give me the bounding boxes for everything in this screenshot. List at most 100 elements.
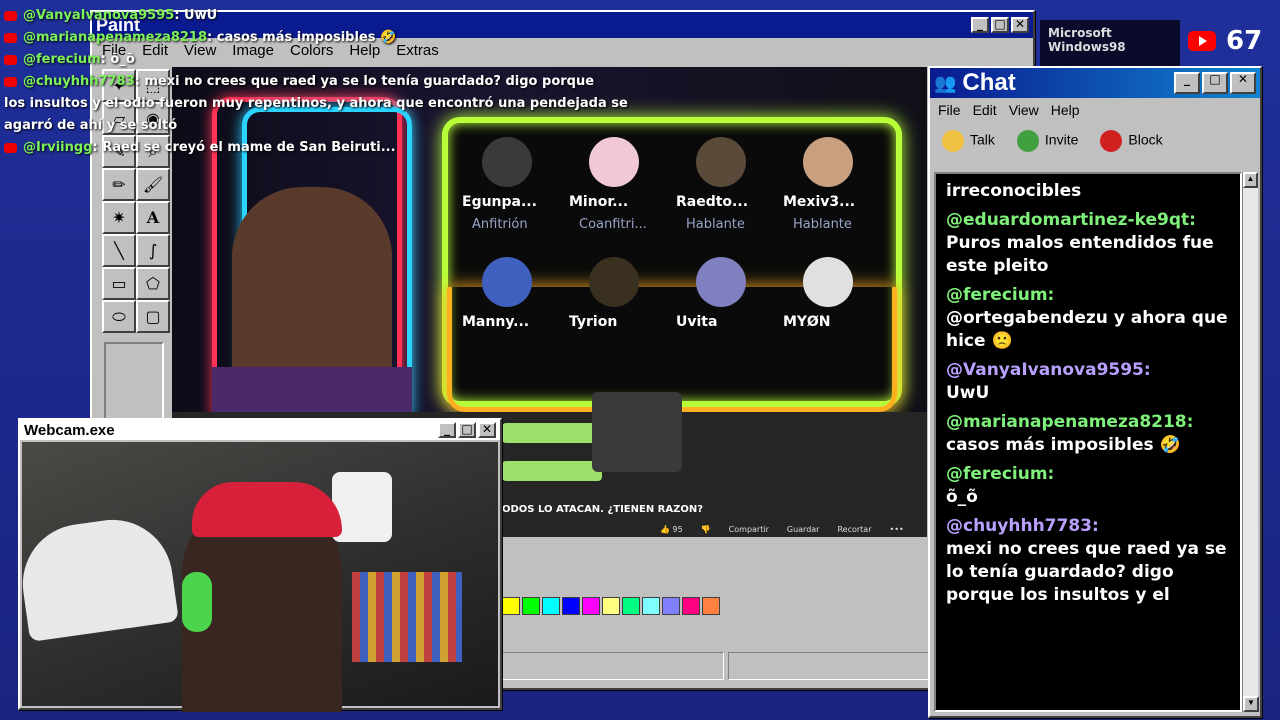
chat-username[interactable]: @VanyaIvanova9595: — [946, 359, 1230, 382]
participant-name: Mexiv3... — [783, 194, 856, 210]
minimize-button[interactable]: _ — [1174, 72, 1200, 94]
webcam-window[interactable]: Webcam.exe _ □ ✕ — [15, 418, 502, 712]
chat-username[interactable]: @ferecium: — [946, 463, 1230, 486]
color-swatch[interactable] — [542, 597, 560, 615]
chat-username[interactable]: @marianapenameza8218: — [946, 411, 1230, 434]
polygon-icon[interactable]: ⬠ — [136, 267, 170, 300]
maximize-button[interactable]: □ — [458, 422, 476, 438]
curve-icon[interactable]: ∫ — [136, 234, 170, 267]
line-icon[interactable]: ╲ — [102, 234, 136, 267]
overlay-chat-line: @Irviingg: Raed se creyó el mame de San … — [4, 140, 396, 155]
youtube-icon — [4, 54, 17, 65]
clip-button[interactable]: Recortar — [837, 525, 871, 534]
close-button[interactable]: ✕ — [1230, 72, 1256, 94]
talk-label: Talk — [970, 131, 995, 148]
chat-text: õ_õ — [946, 487, 978, 507]
menu-file[interactable]: File — [938, 102, 961, 118]
chat-text: mexi no crees que raed ya se lo tenía gu… — [946, 539, 1227, 605]
scroll-up-icon[interactable]: ▲ — [1243, 172, 1258, 188]
red-cap — [192, 482, 342, 537]
participant-avatar[interactable] — [696, 257, 746, 307]
invite-button[interactable]: Invite — [1016, 130, 1078, 152]
chat-toolbar: Talk Invite Block — [930, 122, 1260, 160]
minimize-button[interactable]: _ — [971, 17, 989, 33]
color-swatch[interactable] — [702, 597, 720, 615]
participant-avatar[interactable] — [482, 137, 532, 187]
close-button[interactable]: ✕ — [478, 422, 496, 438]
menu-edit[interactable]: Edit — [973, 102, 997, 118]
talk-button[interactable]: Talk — [942, 130, 995, 152]
viewer-counter: 67 — [1188, 26, 1262, 56]
participant-avatar[interactable] — [803, 257, 853, 307]
participant-name: Uvita — [676, 314, 718, 330]
participant-role: Anfitrión — [472, 217, 528, 232]
participant-name: MYØN — [783, 314, 831, 330]
webcam-titlebar[interactable]: Webcam.exe _ □ ✕ — [20, 420, 500, 440]
color-swatch[interactable] — [502, 597, 520, 615]
chat-messages[interactable]: irreconocibles @eduardomartinez-ke9qt: Pur… — [934, 172, 1242, 712]
minimize-button[interactable]: _ — [438, 422, 456, 438]
scroll-down-icon[interactable]: ▼ — [1243, 696, 1259, 712]
rounded-rect-icon[interactable]: ▢ — [136, 300, 170, 333]
overlay-chat-line: @ferecium: õ_õ — [4, 52, 135, 67]
pencil-icon[interactable]: ✏ — [102, 168, 136, 201]
chat-username[interactable]: @ferecium: — [946, 284, 1230, 307]
chess-piece — [592, 392, 682, 472]
chat-title: Chat — [962, 69, 1016, 96]
block-label: Block — [1128, 131, 1163, 148]
text-icon[interactable]: A — [136, 201, 170, 234]
color-swatch[interactable] — [522, 597, 540, 615]
chat-text: Puros malos entendidos fue este pleito — [946, 233, 1214, 276]
chat-text: irreconocibles — [946, 181, 1082, 201]
color-swatch[interactable] — [642, 597, 660, 615]
chair — [15, 512, 179, 642]
chat-scrollbar[interactable]: ▲ ▼ — [1242, 172, 1259, 712]
chat-username[interactable]: @eduardomartinez-ke9qt: — [946, 209, 1230, 232]
color-swatch[interactable] — [602, 597, 620, 615]
share-button[interactable]: Compartir — [729, 525, 769, 534]
more-icon[interactable]: ••• — [890, 525, 904, 534]
overlay-text: : casos más imposibles 🤣 — [207, 30, 397, 45]
participant-avatar[interactable] — [589, 257, 639, 307]
overlay-username: @Irviingg — [23, 140, 93, 155]
participant-avatar[interactable] — [803, 137, 853, 187]
chat-message: @marianapenameza8218: casos más imposible… — [936, 411, 1240, 457]
ellipse-icon[interactable]: ⬭ — [102, 300, 136, 333]
overlay-username: @marianapenameza8218 — [23, 30, 208, 45]
color-swatch[interactable] — [582, 597, 600, 615]
overlay-username: @chuyhhh7783 — [23, 74, 135, 89]
tool-options[interactable] — [104, 342, 164, 422]
chat-window[interactable]: 👥 Chat _ □ ✕ File Edit View Help Talk In… — [928, 66, 1262, 718]
color-swatch[interactable] — [682, 597, 700, 615]
menu-extras[interactable]: Extras — [396, 42, 439, 59]
maximize-button[interactable]: □ — [1202, 72, 1228, 94]
color-swatch[interactable] — [562, 597, 580, 615]
save-button[interactable]: Guardar — [787, 525, 820, 534]
participant-avatar[interactable] — [696, 137, 746, 187]
youtube-icon — [4, 32, 17, 43]
airbrush-icon[interactable]: ✷ — [102, 201, 136, 234]
chat-titlebar[interactable]: 👥 Chat _ □ ✕ — [930, 68, 1260, 98]
webcam-title: Webcam.exe — [24, 421, 115, 439]
like-button[interactable]: 👍 95 — [660, 525, 683, 534]
chat-text: UwU — [946, 383, 990, 403]
bookshelf — [352, 572, 462, 662]
color-swatch[interactable] — [662, 597, 680, 615]
like-count: 95 — [672, 525, 683, 534]
overlay-chat-line: @marianapenameza8218: casos más imposibl… — [4, 30, 396, 45]
color-palette — [502, 597, 720, 615]
chat-username[interactable]: @chuyhhh7783: — [946, 515, 1230, 538]
close-button[interactable]: ✕ — [1011, 17, 1029, 33]
menu-help[interactable]: Help — [1051, 102, 1080, 118]
menu-view[interactable]: View — [1009, 102, 1039, 118]
maximize-button[interactable]: □ — [991, 17, 1009, 33]
rectangle-icon[interactable]: ▭ — [102, 267, 136, 300]
participant-avatar[interactable] — [482, 257, 532, 307]
overlay-text: : Raed se creyó el mame de San Beiruti..… — [92, 140, 396, 155]
color-swatch[interactable] — [622, 597, 640, 615]
participant-avatar[interactable] — [589, 137, 639, 187]
brush-icon[interactable]: 🖌 — [136, 168, 170, 201]
block-button[interactable]: Block — [1100, 130, 1163, 152]
participant-name: Raedto... — [676, 194, 749, 210]
dislike-button[interactable]: 👎 — [701, 525, 711, 534]
